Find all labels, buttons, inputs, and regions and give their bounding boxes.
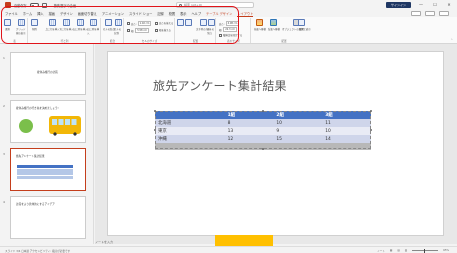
tab-layout[interactable]: レイアウト: [237, 11, 254, 17]
slide-thumbnail-1[interactable]: 夏休み旅行の計画: [10, 52, 86, 95]
sorter-view-icon[interactable]: ▤: [397, 249, 399, 252]
normal-view-icon[interactable]: ▦: [390, 249, 392, 252]
slide-title[interactable]: 旅先アンケート集計結果: [153, 77, 287, 94]
slide-number-4: 4: [3, 200, 5, 204]
slide-thumbnail-3[interactable]: 旅先アンケート集計結果: [10, 148, 86, 191]
send-back-icon: [270, 19, 278, 26]
minimize-button[interactable]: —: [417, 2, 425, 8]
close-button[interactable]: ✕: [445, 2, 453, 8]
present-button[interactable]: [425, 11, 435, 16]
slide-number-3: 3: [3, 152, 5, 156]
reading-view-icon[interactable]: ▥: [405, 249, 407, 252]
resize-handle[interactable]: [154, 110, 156, 112]
table-selection-frame: [155, 111, 371, 149]
bring-front-button[interactable]: 前面へ移動: [254, 19, 266, 31]
slide-editor: 旅先アンケート集計結果 1組 2組 3組 北海道 8 10 11 東京 13 9…: [95, 44, 457, 252]
thumbnail-title-3: 旅先アンケート集計結果: [16, 155, 45, 158]
thumbnail-title-2: 夏休み旅行の行き先を決めましょう!: [16, 107, 59, 110]
notes-placeholder[interactable]: ノートを入力: [95, 240, 113, 244]
record-button[interactable]: [411, 11, 421, 16]
bring-front-icon: [256, 19, 264, 26]
resize-handle[interactable]: [370, 110, 372, 112]
slide-thumbnail-pane: 1 夏休み旅行の計画 2 夏休み旅行の行き先を決めましょう! 3 旅先アンケート…: [0, 44, 94, 244]
signin-button[interactable]: サインイン: [385, 1, 411, 8]
slide-number-2: 2: [3, 104, 5, 108]
slide-canvas[interactable]: 旅先アンケート集計結果 1組 2組 3組 北海道 8 10 11 東京 13 9…: [107, 51, 444, 252]
slide-thumbnail-4[interactable]: 計画をより具体的にするアイデア: [10, 196, 86, 239]
selection-pane-button[interactable]: オブジェクトの選択と表示: [282, 19, 311, 31]
status-info: スライド 3/4 日本語 アクセシビリティ: 検討が必要です: [5, 249, 71, 253]
thumbnail-table-row: [17, 172, 73, 176]
bring-front-label: 前面へ移動: [254, 28, 266, 31]
ribbon-group-arrange: 前面へ移動 背面へ移動 オブジェクトの選択と表示 配置 配置: [252, 18, 316, 43]
thumbnail-table-row: [17, 175, 73, 179]
align-objects-icon: [298, 19, 305, 26]
maximize-button[interactable]: ☐: [431, 2, 439, 8]
red-highlight-annotation: [1, 6, 239, 44]
zoom-slider[interactable]: [412, 248, 439, 253]
thumbnail-table-row: [17, 168, 73, 172]
slide-number-1: 1: [3, 56, 5, 60]
send-back-label: 背面へ移動: [268, 28, 280, 31]
resize-handle[interactable]: [262, 148, 264, 150]
thumbnail-title-4: 計画をより具体的にするアイデア: [16, 203, 55, 206]
thumbnail-title-1: 夏休み旅行の計画: [37, 71, 58, 74]
group-label-arrange: 配置: [281, 39, 287, 43]
thumbnail-table-header: [17, 165, 73, 168]
align-button[interactable]: 配置: [298, 19, 305, 31]
tree-image: [19, 119, 33, 133]
resize-handle[interactable]: [370, 129, 372, 131]
selection-pane-label: オブジェクトの選択と表示: [282, 28, 311, 31]
send-back-button[interactable]: 背面へ移動: [268, 19, 280, 31]
status-bar: スライド 3/4 日本語 アクセシビリティ: 検討が必要です ノート ▦ ▤ ▥…: [0, 246, 457, 253]
collapse-ribbon-icon[interactable]: ⌃: [450, 38, 453, 42]
align-label: 配置: [299, 28, 304, 31]
bus-image: [49, 116, 81, 136]
resize-handle[interactable]: [262, 110, 264, 112]
resize-handle[interactable]: [154, 129, 156, 131]
notes-toggle-button[interactable]: ノート: [377, 249, 385, 253]
slide-thumbnail-2[interactable]: 夏休み旅行の行き先を決めましょう!: [10, 100, 86, 143]
share-button[interactable]: [439, 11, 449, 16]
thumbnail-table: [17, 165, 73, 179]
zoom-level[interactable]: 65%: [443, 249, 449, 252]
